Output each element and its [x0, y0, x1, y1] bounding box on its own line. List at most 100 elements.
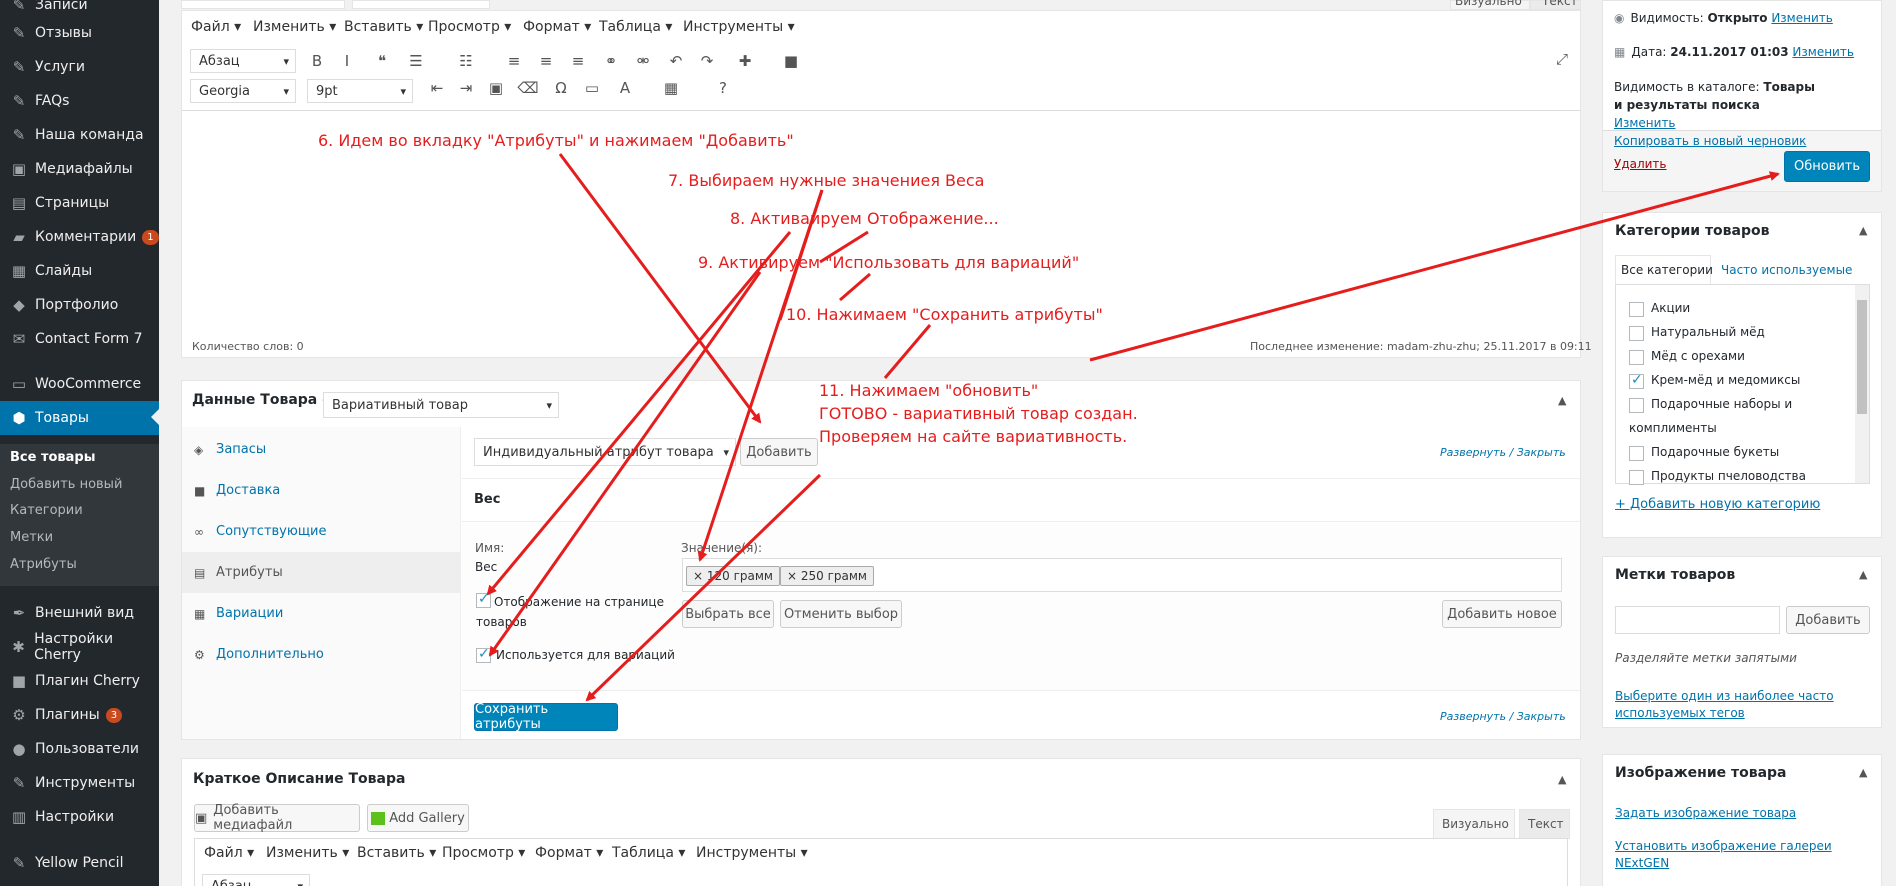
- editor-tab-visual[interactable]: Визуально: [1455, 0, 1522, 8]
- value-token-120[interactable]: × 120 грамм: [686, 566, 780, 586]
- add-media-button[interactable]: ▣ Добавить медиафайл: [194, 803, 360, 833]
- gallery-icon[interactable]: ■: [780, 52, 802, 70]
- short-menu-6[interactable]: Инструменты ▾: [696, 845, 808, 861]
- bullet-list-icon[interactable]: ☰: [405, 52, 427, 70]
- set-gallery-image-link[interactable]: Установить изображение галереи NExtGEN: [1615, 838, 1845, 872]
- undo-icon[interactable]: ↶: [665, 52, 687, 70]
- submenu-item-4[interactable]: Атрибуты: [10, 557, 77, 572]
- sidebar-item-5[interactable]: ▣ Медиафайлы: [0, 152, 159, 186]
- categories-scroll-thumb[interactable]: [1857, 300, 1867, 414]
- format-select[interactable]: Абзац: [190, 49, 296, 73]
- add-gallery-button[interactable]: Add Gallery: [367, 804, 469, 832]
- add-attribute-button[interactable]: Добавить: [740, 438, 818, 466]
- used-for-variations-checkbox[interactable]: [476, 646, 491, 663]
- sidebar-item-3[interactable]: ✎ FAQs: [0, 84, 159, 118]
- copy-draft-link[interactable]: Копировать в новый черновик: [1614, 134, 1806, 148]
- short-menu-4[interactable]: Формат ▾: [535, 845, 603, 861]
- short-menu-0[interactable]: Файл ▾: [204, 845, 254, 861]
- short-menu-1[interactable]: Изменить ▾: [266, 845, 349, 861]
- name-value[interactable]: Вес: [475, 560, 497, 574]
- sidebar-item-13[interactable]: ✒ Внешний вид: [0, 596, 159, 630]
- short-menu-3[interactable]: Просмотр ▾: [442, 845, 525, 861]
- table-icon[interactable]: ▦: [660, 79, 682, 97]
- plugin-icon[interactable]: ✚: [734, 52, 756, 70]
- sidebar-item-10[interactable]: ✉ Contact Form 7: [0, 322, 159, 356]
- add-new-value-button[interactable]: Добавить новое: [1442, 600, 1562, 628]
- category-checkbox[interactable]: [1629, 398, 1644, 413]
- delete-link[interactable]: Удалить: [1614, 157, 1667, 171]
- sidebar-item-14[interactable]: ✱ Настройки Cherry: [0, 630, 159, 664]
- hr-icon[interactable]: ▭: [581, 79, 603, 97]
- product-data-toggle[interactable]: ▲: [1558, 394, 1566, 407]
- add-category-link[interactable]: + Добавить новую категорию: [1615, 497, 1820, 512]
- link-icon[interactable]: ⚭: [600, 52, 622, 70]
- editor-top-button-1[interactable]: [181, 0, 345, 9]
- submenu-item-3[interactable]: Метки: [10, 530, 53, 545]
- sidebar-item-8[interactable]: ▦ Слайды: [0, 254, 159, 288]
- categories-tab-popular[interactable]: Часто используемые: [1721, 263, 1852, 277]
- product-tab-0[interactable]: ◈ Запасы: [182, 429, 460, 470]
- select-none-button[interactable]: Отменить выбор: [780, 600, 902, 628]
- attribute-select[interactable]: Индивидуальный атрибут товара: [474, 438, 736, 466]
- product-type-select[interactable]: Вариативный товар: [323, 392, 559, 418]
- editor-top-button-2[interactable]: [352, 0, 490, 9]
- sidebar-item-1[interactable]: ✎ Отзывы: [0, 16, 159, 50]
- quote-icon[interactable]: ❝: [371, 52, 393, 70]
- redo-icon[interactable]: ↷: [696, 52, 718, 70]
- sidebar-item-4[interactable]: ✎ Наша команда: [0, 118, 159, 152]
- add-tag-button[interactable]: Добавить: [1786, 606, 1870, 634]
- sidebar-item-16[interactable]: ⚙ Плагины 3: [0, 698, 159, 732]
- editor-menu-3[interactable]: Просмотр ▾: [428, 19, 511, 35]
- product-tab-1[interactable]: ■ Доставка: [182, 470, 460, 511]
- editor-menu-6[interactable]: Инструменты ▾: [683, 19, 795, 35]
- product-tab-3[interactable]: ▤ Атрибуты: [182, 552, 460, 593]
- size-select[interactable]: 9pt: [307, 79, 413, 103]
- update-button[interactable]: Обновить: [1784, 151, 1870, 182]
- categories-toggle[interactable]: ▲: [1859, 224, 1867, 237]
- help-icon[interactable]: ?: [712, 79, 734, 97]
- attribute-name-heading[interactable]: Вес: [474, 492, 500, 507]
- align-right-icon[interactable]: ≡: [567, 52, 589, 70]
- sidebar-item-19[interactable]: ▥ Настройки: [0, 800, 159, 834]
- indent-icon[interactable]: ⇥: [455, 79, 477, 97]
- tags-toggle[interactable]: ▲: [1859, 568, 1867, 581]
- sidebar-item-6[interactable]: ▤ Страницы: [0, 186, 159, 220]
- editor-menu-4[interactable]: Формат ▾: [523, 19, 591, 35]
- date-change-link[interactable]: Изменить: [1792, 45, 1854, 59]
- expand-collapse-top[interactable]: Развернуть / Закрыть: [1440, 446, 1566, 459]
- product-image-toggle[interactable]: ▲: [1859, 766, 1867, 779]
- visibility-change-link[interactable]: Изменить: [1771, 11, 1833, 25]
- sidebar-item-9[interactable]: ◆ Портфолио: [0, 288, 159, 322]
- submenu-item-1[interactable]: Добавить новый: [10, 477, 122, 492]
- align-center-icon[interactable]: ≡: [535, 52, 557, 70]
- sidebar-item-15[interactable]: ■ Плагин Cherry: [0, 664, 159, 698]
- short-menu-2[interactable]: Вставить ▾: [357, 845, 436, 861]
- category-checkbox[interactable]: [1629, 302, 1644, 317]
- category-checkbox[interactable]: [1629, 470, 1644, 485]
- editor-menu-1[interactable]: Изменить ▾: [253, 19, 336, 35]
- sidebar-item-11[interactable]: ▭ WooCommerce: [0, 367, 159, 401]
- catalog-change-link[interactable]: Изменить: [1614, 116, 1676, 130]
- category-checkbox[interactable]: [1629, 372, 1644, 389]
- editor-menu-5[interactable]: Таблица ▾: [599, 19, 672, 35]
- category-checkbox[interactable]: [1629, 326, 1644, 341]
- short-menu-5[interactable]: Таблица ▾: [612, 845, 685, 861]
- numbered-list-icon[interactable]: ☷: [455, 52, 477, 70]
- select-all-button[interactable]: Выбрать все: [682, 600, 774, 628]
- italic-icon[interactable]: I: [336, 52, 358, 70]
- product-tab-4[interactable]: ▦ Вариации: [182, 593, 460, 634]
- value-token-250[interactable]: × 250 грамм: [780, 566, 874, 586]
- align-left-icon[interactable]: ≡: [503, 52, 525, 70]
- sidebar-item-2[interactable]: ✎ Услуги: [0, 50, 159, 84]
- sidebar-item-7[interactable]: ▰ Комментарии 1: [0, 220, 159, 254]
- editor-menu-2[interactable]: Вставить ▾: [344, 19, 423, 35]
- font-select[interactable]: Georgia: [190, 79, 296, 103]
- sidebar-item-20[interactable]: ✎ Yellow Pencil: [0, 846, 159, 880]
- editor-tab-text[interactable]: Текст: [1542, 0, 1578, 8]
- short-format-select[interactable]: Абзац: [202, 874, 310, 886]
- expand-collapse-bottom[interactable]: Развернуть / Закрыть: [1440, 710, 1566, 723]
- outdent-icon[interactable]: ⇤: [426, 79, 448, 97]
- sidebar-item-12[interactable]: ⬢ Товары: [0, 401, 159, 435]
- sidebar-item-18[interactable]: ✎ Инструменты: [0, 766, 159, 800]
- product-tab-5[interactable]: ⚙ Дополнительно: [182, 634, 460, 675]
